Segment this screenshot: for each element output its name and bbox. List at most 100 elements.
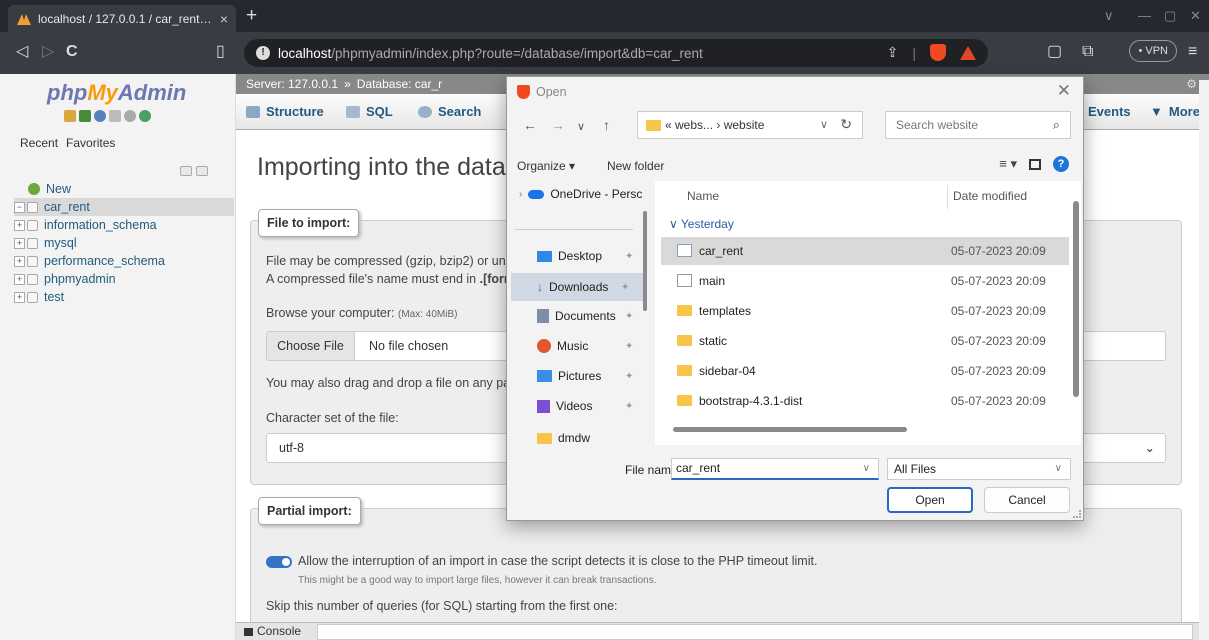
reload-icon[interactable]: C [66,42,78,62]
collapse-all-icon[interactable] [180,166,192,176]
docs-icon[interactable] [94,110,106,122]
chevron-down-icon[interactable]: ∨ [863,459,870,478]
database-item-test[interactable]: + test [14,288,234,306]
back-icon[interactable]: ◁ [16,42,28,62]
file-row-bootstrap[interactable]: bootstrap-4.3.1-dist 05-07-2023 20:09 [661,387,1069,415]
dialog-up-icon[interactable]: ↑ [603,117,610,133]
share-icon[interactable]: ⇪ [887,44,899,61]
settings-gear-icon[interactable]: ⚙ [1186,77,1197,91]
nav-scroll-thumb[interactable] [643,211,647,311]
expand-icon[interactable]: + [14,255,25,267]
address-bar[interactable]: ! localhost/phpmyadmin/index.php?route=/… [244,39,988,67]
file-row-main[interactable]: main 05-07-2023 20:09 [661,267,1069,295]
path-chevron-icon[interactable]: ∨ [820,118,828,131]
collapse-icon[interactable]: − [14,201,25,213]
settings-icon[interactable] [124,110,136,122]
brave-shields-icon[interactable] [930,44,946,61]
nav-pane-scrollbar[interactable] [641,181,649,445]
nav-item-pictures[interactable]: Pictures ✦ [537,369,633,383]
group-header-yesterday[interactable]: ∨ Yesterday [669,217,734,231]
cancel-button[interactable]: Cancel [984,487,1070,513]
wallet-icon[interactable]: ⧉ [1082,42,1093,62]
tab-sql[interactable]: SQL [346,104,393,119]
vpn-button[interactable]: • VPN [1129,40,1177,62]
file-row-car-rent[interactable]: car_rent 05-07-2023 20:09 [661,237,1069,265]
expand-icon[interactable]: + [14,291,25,303]
open-button[interactable]: Open [887,487,973,513]
expand-icon[interactable]: + [14,273,25,285]
recent-tab[interactable]: Recent [18,136,60,150]
column-header-date[interactable]: Date modified [953,189,1027,203]
dialog-forward-icon[interactable]: → [551,117,565,133]
forward-icon[interactable]: ▷ [42,42,54,62]
browser-tab[interactable]: localhost / 127.0.0.1 / car_rent | ph × [8,5,236,32]
column-divider[interactable] [947,185,948,209]
view-options-icon[interactable]: ≡ ▾ [999,156,1017,172]
minimize-icon[interactable]: — [1138,8,1151,23]
close-window-icon[interactable]: ✕ [1190,8,1201,24]
expand-chevron-icon[interactable]: › [519,189,522,200]
site-info-icon[interactable]: ! [256,46,270,60]
link-with-main-icon[interactable] [196,166,208,176]
nav-item-desktop[interactable]: Desktop ✦ [537,249,633,263]
tab-search-icon[interactable]: ∨ [1104,8,1114,24]
page-scrollbar[interactable] [1199,80,1209,640]
database-item-information-schema[interactable]: + information_schema [14,216,234,234]
file-type-select[interactable]: All Files ∨ [887,458,1071,480]
tab-more[interactable]: ▼ More [1150,104,1200,119]
expand-icon[interactable]: + [14,219,25,231]
file-row-templates[interactable]: templates 05-07-2023 20:09 [661,297,1069,325]
phpmyadmin-logo[interactable]: phpMyAdmin [47,80,186,106]
new-database-item[interactable]: New [14,180,234,198]
bookmark-icon[interactable]: ▯ [216,42,225,62]
tab-close-icon[interactable]: × [220,11,228,27]
favorites-tab[interactable]: Favorites [64,136,117,150]
logout-icon[interactable] [79,110,91,122]
expand-icon[interactable]: + [14,237,25,249]
nav-item-documents[interactable]: Documents ✦ [537,309,633,323]
preview-pane-icon[interactable] [1029,158,1041,170]
nav-item-label: Desktop [558,249,603,263]
dialog-search-input[interactable]: Search website ⌕ [885,111,1071,139]
nav-item-dmdw[interactable]: dmdw [537,431,590,445]
nav-item-music[interactable]: Music ✦ [537,339,633,353]
dialog-path-bar[interactable]: « webs... › website ∨ ↻ [637,111,863,139]
column-header-name[interactable]: Name [687,189,719,203]
nav-item-onedrive[interactable]: › OneDrive - Persc [519,187,642,201]
new-folder-button[interactable]: New folder [607,159,664,173]
sidebar-icon[interactable]: ▢ [1047,42,1062,62]
maximize-icon[interactable]: ▢ [1164,8,1176,24]
database-item-phpmyadmin[interactable]: + phpmyadmin [14,270,234,288]
database-item-mysql[interactable]: + mysql [14,234,234,252]
file-row-sidebar-04[interactable]: sidebar-04 05-07-2023 20:09 [661,357,1069,385]
help-icon[interactable]: ? [1053,156,1069,172]
database-item-performance-schema[interactable]: + performance_schema [14,252,234,270]
resize-grip-icon[interactable] [1073,510,1081,518]
database-breadcrumb[interactable]: Database: car_r [357,77,442,91]
refresh-icon[interactable]: ↻ [840,116,852,133]
dialog-back-icon[interactable]: ← [523,117,537,133]
nav-item-videos[interactable]: Videos ✦ [537,399,633,413]
brave-rewards-icon[interactable] [960,45,976,60]
home-icon[interactable] [64,110,76,122]
recent-locations-icon[interactable]: ∨ [577,120,585,133]
tab-structure[interactable]: Structure [246,104,324,119]
choose-file-button[interactable]: Choose File [267,332,355,360]
doc-page-icon[interactable] [109,110,121,122]
database-item-car-rent[interactable]: − car_rent [14,198,234,216]
server-breadcrumb[interactable]: Server: 127.0.0.1 [246,77,338,91]
reload-navigation-icon[interactable] [139,110,151,122]
allow-interrupt-toggle[interactable] [266,556,292,568]
browser-menu-icon[interactable]: ≡ [1188,42,1197,62]
tab-events[interactable]: Events [1088,104,1131,119]
file-row-static[interactable]: static 05-07-2023 20:09 [661,327,1069,355]
nav-item-downloads[interactable]: ↓ Downloads ✦ [511,273,643,301]
file-list-vscroll[interactable] [1073,201,1079,397]
dialog-close-icon[interactable]: ✕ [1057,81,1071,101]
organize-button[interactable]: Organize ▾ [517,159,575,173]
new-tab-button[interactable]: + [246,5,257,27]
file-list-hscroll[interactable] [673,427,907,432]
file-name-input[interactable]: car_rent ∨ [671,458,879,480]
console-input[interactable] [317,624,1193,640]
tab-search[interactable]: Search [418,104,481,119]
